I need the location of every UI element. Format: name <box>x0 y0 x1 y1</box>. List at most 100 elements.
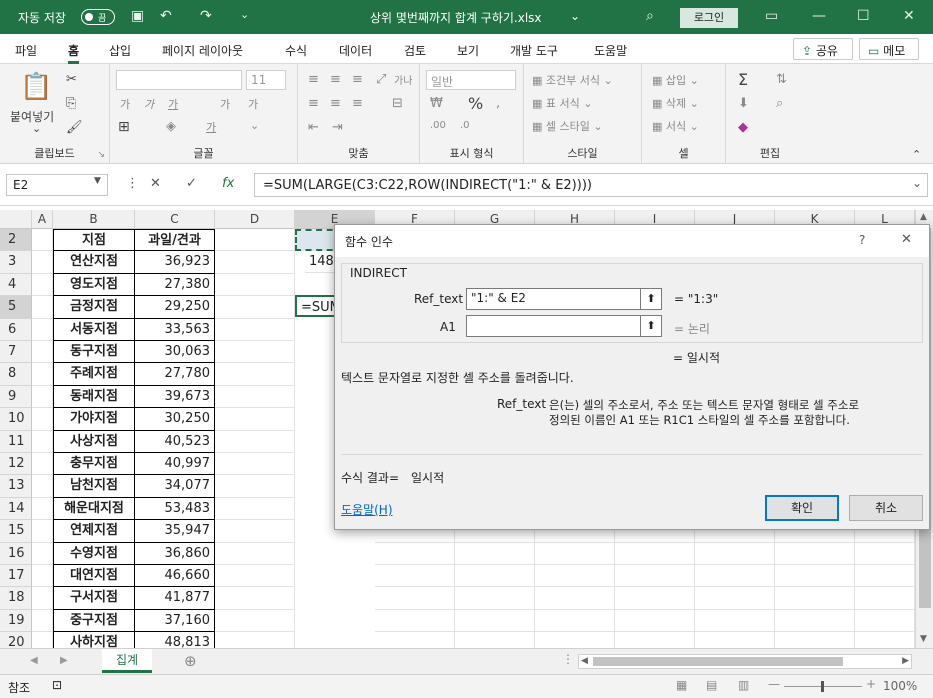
grid-cell[interactable] <box>32 430 53 453</box>
grid-cell[interactable] <box>535 565 615 588</box>
share-button[interactable]: ⇪ 공유 <box>793 38 853 60</box>
grid-cell[interactable] <box>215 296 295 319</box>
customize-toolbar-icon[interactable]: ⌄ <box>240 8 249 21</box>
grid-cell[interactable] <box>32 385 53 409</box>
tab-help[interactable]: 도움말 <box>594 42 627 59</box>
clear-icon[interactable]: ◆ <box>738 120 748 135</box>
grid-cell[interactable] <box>215 475 295 498</box>
table-cell-count[interactable]: 35,947 <box>135 520 215 543</box>
grid-cell[interactable] <box>215 385 295 409</box>
save-icon[interactable]: ▣ <box>131 8 144 24</box>
grid-cell[interactable] <box>32 251 53 274</box>
cut-icon[interactable]: ✂ <box>66 72 77 87</box>
column-header-a[interactable]: A <box>32 210 53 229</box>
phonetic-icon[interactable]: ⌄ <box>250 119 259 132</box>
minimize-icon[interactable]: — <box>812 8 826 24</box>
grid-cell[interactable] <box>535 609 615 633</box>
table-cell-count[interactable]: 30,250 <box>135 408 215 431</box>
collapse-dialog-icon[interactable]: ⬆ <box>640 315 662 337</box>
name-box[interactable]: E2 <box>6 174 108 196</box>
zoom-out-icon[interactable]: — <box>768 677 780 691</box>
page-layout-view-icon[interactable]: ▤ <box>706 678 717 692</box>
table-cell-count[interactable]: 46,660 <box>135 565 215 588</box>
row-header[interactable]: 3 <box>0 251 32 274</box>
tab-split-icon[interactable]: ⋮ <box>562 652 574 666</box>
formula-input[interactable]: =SUM(LARGE(C3:C22,ROW(INDIRECT("1:" & E2… <box>254 173 928 197</box>
table-cell-count[interactable]: 27,380 <box>135 273 215 297</box>
number-format-combo[interactable]: 일반 <box>426 70 516 90</box>
grid-cell[interactable] <box>375 609 455 633</box>
italic-button[interactable]: 가 <box>144 96 154 112</box>
row-header[interactable]: 14 <box>0 497 32 521</box>
orientation-icon[interactable]: ⤢ <box>376 72 386 87</box>
grid-cell[interactable] <box>32 318 53 341</box>
next-sheet-icon[interactable]: ▶ <box>60 655 68 666</box>
tab-view[interactable]: 보기 <box>457 42 479 59</box>
ref-text-input[interactable]: "1:" & E2 <box>466 288 642 310</box>
table-cell-branch[interactable]: 대연지점 <box>53 565 135 588</box>
help-icon[interactable]: ? <box>859 233 865 247</box>
grid-cell[interactable] <box>215 251 295 274</box>
table-cell-count[interactable]: 34,077 <box>135 475 215 498</box>
collapse-dialog-icon[interactable]: ⬆ <box>640 288 662 310</box>
grid-cell[interactable] <box>215 229 295 252</box>
sort-filter-icon[interactable]: ⇅ <box>776 72 787 87</box>
close-window-icon[interactable]: ✕ <box>903 8 915 24</box>
grid-cell[interactable] <box>615 565 695 588</box>
row-header[interactable]: 12 <box>0 453 32 476</box>
table-cell-branch[interactable]: 가야지점 <box>53 408 135 431</box>
tab-data[interactable]: 데이터 <box>339 42 372 59</box>
align-left-icon[interactable]: ≡ <box>308 96 319 111</box>
percent-button[interactable]: % <box>468 94 483 113</box>
table-cell-count[interactable]: 53,483 <box>135 497 215 521</box>
format-painter-icon[interactable]: 🖌 <box>66 120 83 135</box>
grid-cell[interactable] <box>375 565 455 588</box>
grid-cell[interactable] <box>32 408 53 431</box>
align-middle-icon[interactable]: ≡ <box>330 72 341 87</box>
row-header[interactable]: 9 <box>0 385 32 409</box>
underline-button[interactable]: 가 <box>168 96 178 112</box>
horizontal-scrollbar[interactable]: ◀ ▶ <box>578 654 912 669</box>
shrink-font-button[interactable]: 가 <box>248 96 258 112</box>
table-cell-count[interactable]: 39,673 <box>135 385 215 409</box>
name-box-dropdown-icon[interactable]: ▼ <box>94 176 101 186</box>
conditional-format-button[interactable]: ▦ 조건부 서식 ⌄ <box>532 72 613 88</box>
grid-cell[interactable] <box>375 587 455 610</box>
table-cell-count[interactable]: 37,160 <box>135 609 215 633</box>
font-name-combo[interactable] <box>116 70 242 90</box>
paste-icon[interactable]: 📋 <box>20 72 52 102</box>
table-cell-branch[interactable]: 충무지점 <box>53 453 135 476</box>
grid-cell[interactable] <box>32 296 53 319</box>
table-cell-count[interactable]: 30,063 <box>135 341 215 364</box>
increase-indent-icon[interactable]: ⇥ <box>332 120 343 135</box>
grid-cell[interactable] <box>32 609 53 633</box>
bold-button[interactable]: 가 <box>120 96 130 112</box>
merge-center-icon[interactable]: ⊟ <box>392 96 403 111</box>
scroll-down-icon[interactable]: ▼ <box>920 634 927 644</box>
tab-page-layout[interactable]: 페이지 레이아웃 <box>162 42 243 59</box>
table-cell-branch[interactable]: 서동지점 <box>53 318 135 341</box>
font-size-combo[interactable]: 11 <box>246 70 286 90</box>
table-cell-branch[interactable]: 중구지점 <box>53 609 135 633</box>
format-as-table-button[interactable]: ▦ 표 서식 ⌄ <box>532 95 592 111</box>
dialog-title-bar[interactable]: 함수 인수 ? ✕ <box>335 225 929 257</box>
format-cells-button[interactable]: ▦ 서식 ⌄ <box>652 118 699 134</box>
row-header[interactable]: 19 <box>0 609 32 633</box>
grid-cell[interactable] <box>215 587 295 610</box>
grid-cell[interactable] <box>215 273 295 297</box>
grid-cell[interactable] <box>32 363 53 386</box>
row-header[interactable]: 4 <box>0 273 32 297</box>
row-header[interactable]: 18 <box>0 587 32 610</box>
row-header[interactable]: 5 <box>0 296 32 319</box>
table-cell-count[interactable]: 27,780 <box>135 363 215 386</box>
cell-styles-button[interactable]: ▦ 셀 스타일 ⌄ <box>532 118 603 134</box>
comma-style-icon[interactable]: , <box>496 96 500 111</box>
expand-formula-icon[interactable]: ⌄ <box>912 176 922 190</box>
align-right-icon[interactable]: ≡ <box>352 96 363 111</box>
grid-cell[interactable] <box>615 542 695 565</box>
grid-cell[interactable] <box>775 587 855 610</box>
collapse-ribbon-icon[interactable]: ⌃ <box>912 148 921 161</box>
grid-cell[interactable] <box>855 587 915 610</box>
ribbon-display-icon[interactable]: ▭ <box>765 8 778 24</box>
row-header[interactable]: 15 <box>0 520 32 543</box>
